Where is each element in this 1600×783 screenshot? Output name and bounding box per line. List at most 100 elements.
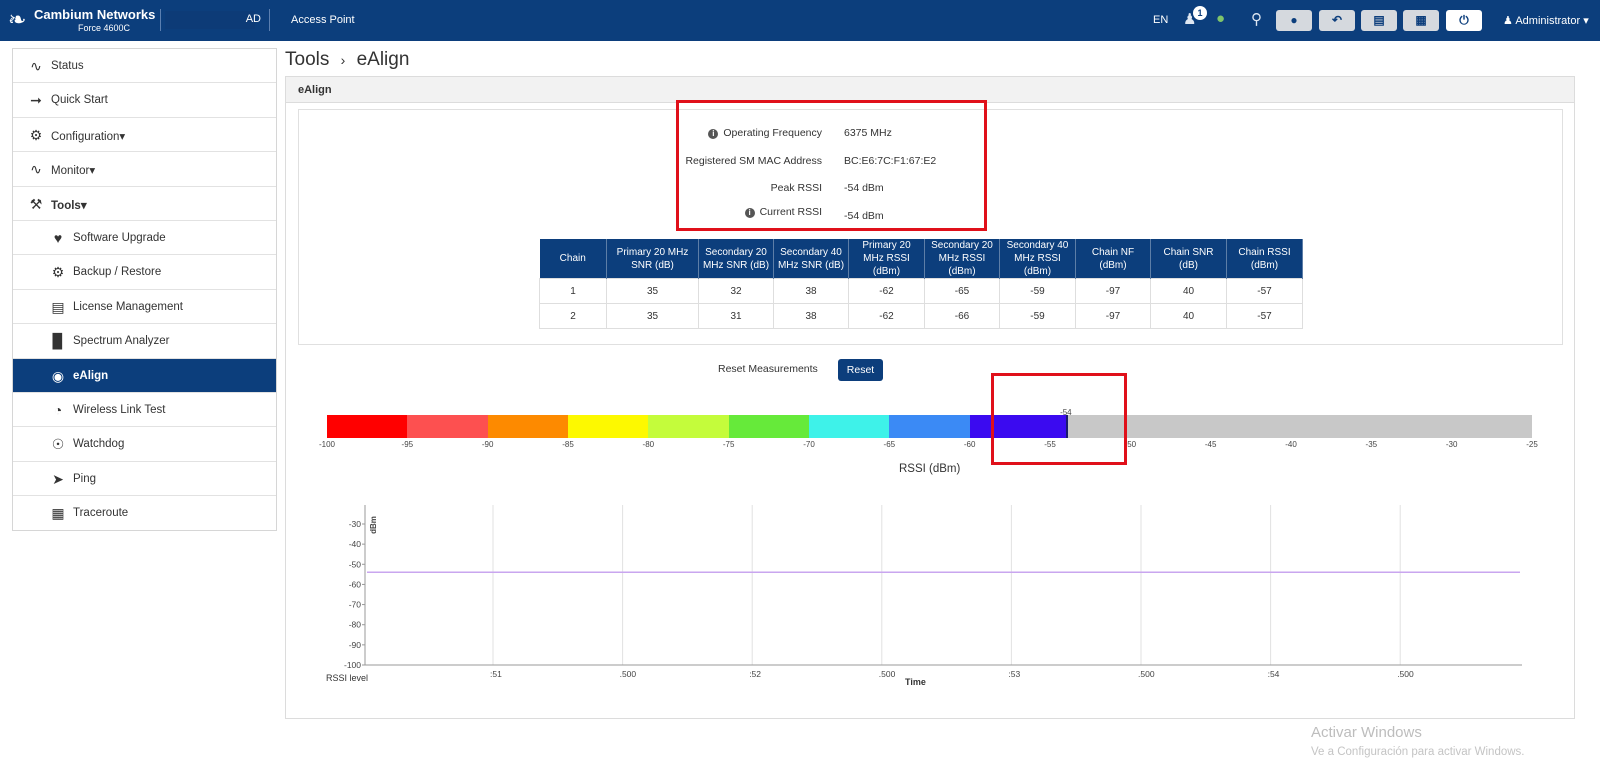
- rssi-trend-chart: :51 .500:52 .500:53 .500:54 .500 -30 -40 -50 -60…: [326, 505, 1522, 687]
- column-header[interactable]: Chain NF (dBm): [1075, 239, 1151, 279]
- sidebar-item-traceroute[interactable]: ▦ Traceroute: [13, 496, 276, 530]
- rssi-tick-label: -60: [963, 440, 976, 449]
- sidebar-item-license-management[interactable]: ▤ License Management: [13, 290, 276, 325]
- column-header[interactable]: Chain SNR (dB): [1150, 239, 1227, 279]
- save-icon: ▤: [1373, 13, 1385, 27]
- sidebar-item-label: Tools▾: [51, 199, 87, 212]
- sidebar-item-backup-restore[interactable]: ⚙ Backup / Restore: [13, 255, 276, 290]
- rssi-tick-label: -65: [883, 440, 896, 449]
- chain-table: Chain Primary 20 MHz SNR (dB) Secondary …: [539, 239, 1303, 329]
- table-row: 2 35 31 38 -62 -66 -59 -97 40 -57: [539, 303, 1303, 329]
- sidebar-item-software-upgrade[interactable]: ♥ Software Upgrade: [13, 221, 276, 256]
- x-tick-label: :53: [1008, 669, 1020, 679]
- column-header[interactable]: Primary 20 MHz RSSI (dBm): [848, 239, 925, 279]
- rssi-tick-label: -85: [562, 440, 574, 449]
- rssi-color-segment: [487, 415, 568, 438]
- sidebar-item-label: Backup / Restore: [73, 266, 162, 279]
- table-cell: 38: [773, 303, 849, 329]
- column-header[interactable]: Chain: [539, 239, 607, 279]
- rssi-color-segment: [327, 415, 408, 438]
- running-man-icon: ➞: [30, 92, 42, 109]
- page-title: eAlign: [356, 49, 410, 70]
- rssi-color-bar: [327, 415, 1532, 438]
- rssi-tick-label: -70: [803, 440, 815, 449]
- device-name-suffix: AD: [245, 13, 261, 25]
- table-cell: -62: [848, 278, 925, 304]
- rssi-tick-label: -25: [1526, 440, 1538, 449]
- breadcrumb-parent[interactable]: Tools: [285, 49, 329, 70]
- sidebar-item-wireless-link-test[interactable]: ◔ Wireless Link Test: [13, 393, 276, 428]
- rssi-tick-label: -100: [318, 440, 336, 449]
- caret-down-icon: ▾: [89, 165, 96, 178]
- x-tick-label: .500: [879, 669, 896, 679]
- reboot-button[interactable]: ▦: [1403, 10, 1439, 31]
- bar-chart-icon: ▉: [52, 333, 64, 350]
- speedometer-icon: ◔: [53, 401, 63, 418]
- globe-icon[interactable]: ●: [1216, 10, 1225, 27]
- column-header[interactable]: Secondary 20 MHz SNR (dB): [698, 239, 774, 279]
- traceroute-icon: ▦: [51, 505, 65, 522]
- y-tick-label: -70: [349, 600, 362, 610]
- column-header[interactable]: Secondary 40 MHz RSSI (dBm): [999, 239, 1076, 279]
- sidebar-item-status[interactable]: ∿ Status: [13, 49, 276, 84]
- sidebar-item-tools[interactable]: ⚒ Tools▾: [13, 187, 276, 221]
- reset-button[interactable]: Reset: [838, 359, 883, 381]
- reset-measurements-label: Reset Measurements: [718, 363, 818, 375]
- rssi-scale-title: RSSI (dBm): [899, 463, 961, 475]
- software-upgrade-icon: ♥: [53, 229, 63, 246]
- column-header[interactable]: Secondary 20 MHz RSSI (dBm): [924, 239, 1000, 279]
- brand-name: Cambium Networks: [34, 7, 156, 22]
- location-pin-icon[interactable]: ⚲: [1251, 10, 1262, 28]
- user-menu[interactable]: ♟ Administrator ▾: [1503, 14, 1589, 27]
- monitor-pulse-icon: ∿: [30, 161, 42, 178]
- column-header[interactable]: Chain RSSI (dBm): [1226, 239, 1303, 279]
- sidebar-item-configuration[interactable]: ⚙ Configuration▾: [13, 118, 276, 153]
- y-tick-label: -100: [344, 660, 361, 670]
- language-selector[interactable]: EN: [1153, 14, 1168, 26]
- save-button[interactable]: ▤: [1361, 10, 1397, 31]
- table-cell: -57: [1226, 278, 1303, 304]
- sidebar-item-label: Monitor▾: [51, 165, 96, 178]
- rssi-tick-label: -75: [722, 440, 735, 449]
- x-tick-label: :52: [749, 669, 761, 679]
- undo-button[interactable]: ↶: [1319, 10, 1355, 31]
- column-header[interactable]: Primary 20 MHz SNR (dB): [606, 239, 699, 279]
- windows-activation-subtitle: Ve a Configuración para activar Windows.: [1311, 746, 1525, 758]
- device-mode: Access Point: [291, 14, 355, 26]
- windows-activation-title: Activar Windows: [1311, 724, 1422, 741]
- lightbulb-button[interactable]: ●: [1276, 10, 1312, 31]
- sidebar-item-label: Status: [51, 60, 84, 72]
- sidebar-item-quick-start[interactable]: ➞ Quick Start: [13, 83, 276, 118]
- power-icon: ⏻: [1459, 13, 1469, 27]
- table-header-row: Chain Primary 20 MHz SNR (dB) Secondary …: [539, 239, 1303, 279]
- sidebar-item-label: Ping: [73, 472, 97, 485]
- sidebar-item-watchdog[interactable]: ☉ Watchdog: [13, 427, 276, 462]
- rssi-tick-label: -35: [1365, 440, 1378, 449]
- rssi-tick-label: -80: [642, 440, 655, 449]
- table-cell: 35: [606, 278, 699, 304]
- sidebar-item-monitor[interactable]: ∿ Monitor▾: [13, 152, 276, 187]
- power-button[interactable]: ⏻: [1446, 10, 1482, 31]
- x-tick-label: .500: [1397, 669, 1414, 679]
- x-tick-label: :51: [490, 669, 502, 679]
- highlight-box-rssi: [991, 373, 1127, 465]
- sidebar-item-spectrum-analyzer[interactable]: ▉ Spectrum Analyzer: [13, 324, 276, 359]
- device-model: Force 4600C: [78, 23, 131, 33]
- rssi-color-segment: [568, 415, 649, 438]
- sidebar-item-label: Watchdog: [73, 438, 125, 451]
- y-tick-label: -60: [349, 579, 362, 589]
- table-cell: 35: [606, 303, 699, 329]
- column-header[interactable]: Secondary 40 MHz SNR (dB): [773, 239, 849, 279]
- sidebar-item-ealign[interactable]: ◉ eAlign: [13, 358, 276, 393]
- sidebar-item-label: Quick Start: [51, 94, 108, 107]
- rssi-tick-label: -30: [1445, 440, 1458, 449]
- backup-restore-icon: ⚙: [51, 264, 65, 281]
- license-icon: ▤: [51, 298, 65, 315]
- top-bar: ❧ Cambium Networks Force 4600C AD Access…: [0, 0, 1600, 41]
- reboot-icon: ▦: [1415, 13, 1427, 27]
- table-row: 1 35 32 38 -62 -65 -59 -97 40 -57: [539, 278, 1303, 304]
- y-tick-label: -90: [349, 640, 362, 650]
- sidebar-item-ping[interactable]: ➤ Ping: [13, 462, 276, 497]
- table-cell: -97: [1075, 278, 1151, 304]
- table-cell: -66: [924, 303, 1000, 329]
